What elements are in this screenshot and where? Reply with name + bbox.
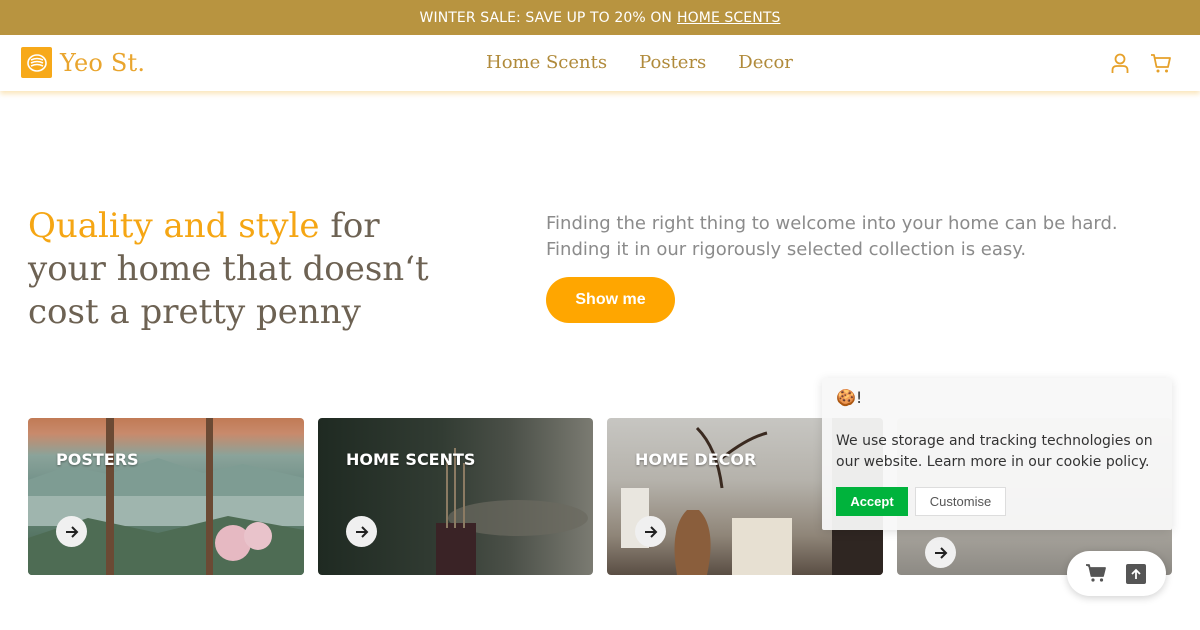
logo[interactable]: Yeo St. [21, 47, 145, 78]
brand-name: Yeo St. [60, 48, 146, 77]
announcement-text: WINTER SALE: SAVE UP TO 20% ON [419, 9, 673, 26]
category-card-home-scents[interactable]: HOME SCENTS [318, 418, 593, 575]
floating-action-pill [1067, 551, 1166, 596]
cart-icon[interactable] [1150, 52, 1172, 74]
nav-decor[interactable]: Decor [738, 52, 793, 73]
category-label: POSTERS [56, 450, 139, 469]
arrow-right-icon[interactable] [56, 516, 87, 547]
logo-mark-icon [21, 47, 52, 78]
category-card-posters[interactable]: POSTERS [28, 418, 304, 575]
announcement-bar: WINTER SALE: SAVE UP TO 20% ON HOME SCEN… [0, 0, 1200, 35]
arrow-right-icon[interactable] [925, 537, 956, 568]
posters-image [28, 418, 304, 575]
scroll-to-top-icon[interactable] [1126, 564, 1146, 584]
category-label: HOME DECOR [635, 450, 757, 469]
customise-cookies-button[interactable]: Customise [915, 487, 1006, 516]
cookie-banner: 🍪! We use storage and tracking technolog… [822, 378, 1172, 530]
cart-icon[interactable] [1085, 563, 1107, 587]
nav-posters[interactable]: Posters [639, 52, 706, 73]
account-icon[interactable] [1109, 52, 1131, 74]
arrow-right-icon[interactable] [635, 516, 666, 547]
cookie-title: 🍪! [836, 388, 863, 407]
hero-title: Quality and style for your home that doe… [28, 205, 458, 334]
main-nav: Home Scents Posters Decor [486, 52, 793, 73]
hero-title-accent: Quality and style [28, 206, 320, 246]
home-scents-image [436, 448, 588, 575]
site-header: Yeo St. Home Scents Posters Decor [0, 35, 1200, 91]
announcement-link[interactable]: HOME SCENTS [677, 10, 780, 26]
show-me-button[interactable]: Show me [546, 277, 675, 323]
nav-home-scents[interactable]: Home Scents [486, 52, 607, 73]
cookie-text: We use storage and tracking technologies… [836, 433, 1153, 470]
accept-cookies-button[interactable]: Accept [836, 487, 908, 516]
arrow-right-icon[interactable] [346, 516, 377, 547]
category-label: HOME SCENTS [346, 450, 476, 469]
hero-description: Finding the right thing to welcome into … [546, 213, 1118, 260]
